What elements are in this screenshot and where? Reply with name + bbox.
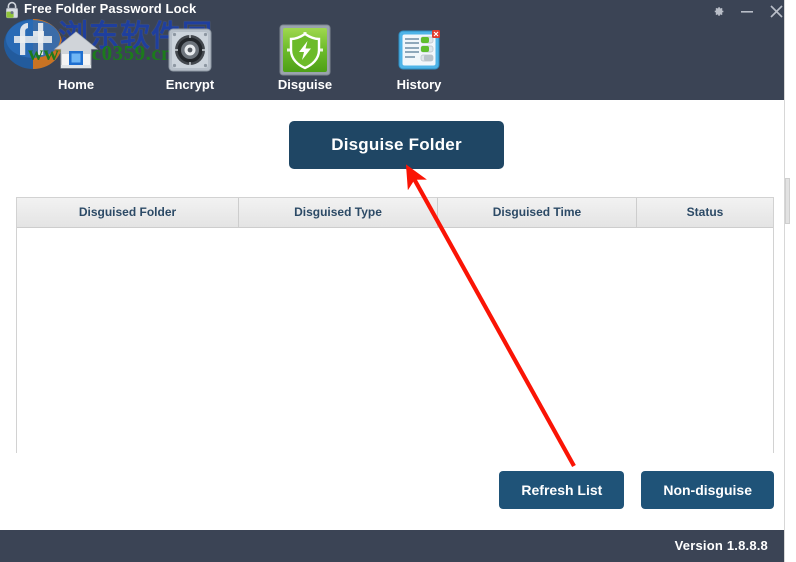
toolbar-item-disguise[interactable]: Disguise [255,22,355,98]
column-header-status[interactable]: Status [637,198,773,227]
window-controls [710,2,784,20]
page-scrollbar[interactable] [784,0,790,562]
page-scrollbar-thumb[interactable] [785,178,790,224]
toolbar-label-home: Home [57,77,95,92]
column-header-disguised-folder[interactable]: Disguised Folder [17,198,239,227]
refresh-list-button[interactable]: Refresh List [499,471,625,509]
non-disguise-button[interactable]: Non-disguise [641,471,774,509]
title-bar[interactable]: Free Folder Password Lock [0,0,790,22]
home-icon [26,24,126,76]
version-label: Version 1.8.8.8 [674,538,768,553]
toolbar-label-disguise: Disguise [277,77,333,92]
column-header-disguised-time[interactable]: Disguised Time [438,198,637,227]
window-title: Free Folder Password Lock [24,1,197,16]
column-header-disguised-type[interactable]: Disguised Type [239,198,438,227]
disguised-folder-table: Disguised Folder Disguised Type Disguise… [16,197,774,453]
status-footer: Version 1.8.8.8 [0,530,790,562]
history-window-icon [369,24,469,76]
close-icon[interactable] [768,3,784,19]
action-button-row: Refresh List Non-disguise [499,471,774,509]
lock-icon [4,1,20,19]
toolbar-label-history: History [396,77,442,92]
toolbar-item-history[interactable]: History [369,22,469,98]
table-body-empty[interactable] [17,228,773,453]
main-content: Disguise Folder Disguised Folder Disguis… [0,100,790,530]
disguise-folder-button[interactable]: Disguise Folder [289,121,504,169]
shield-bolt-icon [255,24,355,76]
table-header-row: Disguised Folder Disguised Type Disguise… [17,198,773,228]
main-toolbar: Home Encrypt Disguise History [0,22,790,100]
gear-icon[interactable] [710,3,726,19]
toolbar-item-home[interactable]: Home [26,22,126,98]
toolbar-item-encrypt[interactable]: Encrypt [140,22,240,98]
safe-dial-icon [140,24,240,76]
toolbar-label-encrypt: Encrypt [165,77,215,92]
minimize-icon[interactable] [739,3,755,19]
application-window: Free Folder Password Lock 浏东软件园 www.pc03… [0,0,790,562]
window-header: Free Folder Password Lock 浏东软件园 www.pc03… [0,0,790,100]
